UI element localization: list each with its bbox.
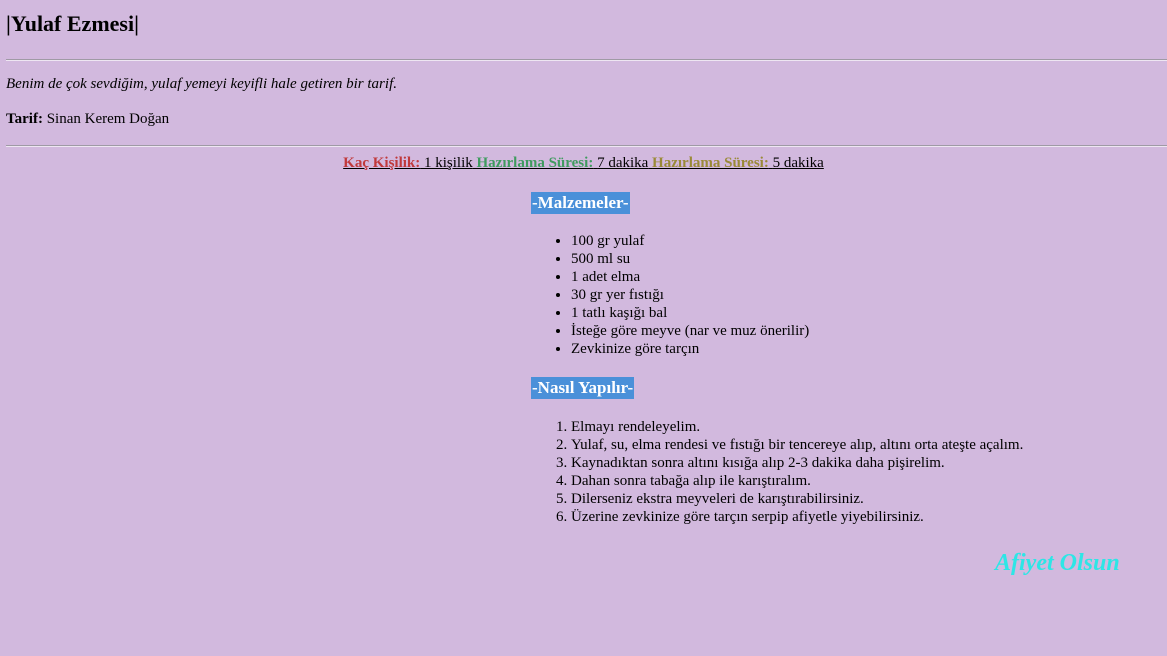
list-item: Elmayı rendeleyelim. xyxy=(571,418,1023,436)
author-name: Sinan Kerem Doğan xyxy=(46,111,170,127)
prep-time-label: Hazırlama Süresi: xyxy=(476,155,594,171)
list-item: 1 tatlı kaşığı bal xyxy=(571,304,809,322)
author-label: Tarif: xyxy=(6,111,43,127)
prep-time-value: 7 dakika xyxy=(597,155,649,171)
list-item: Yulaf, su, elma rendesi ve fıstığı bir t… xyxy=(571,436,1023,454)
list-item: İsteğe göre meyve (nar ve muz önerilir) xyxy=(571,322,809,340)
list-item: 30 gr yer fıstığı xyxy=(571,286,809,304)
steps-list: Elmayı rendeleyelim. Yulaf, su, elma ren… xyxy=(531,418,1023,526)
prep-time2-value: 5 dakika xyxy=(772,155,824,171)
closing-text: Afiyet Olsun xyxy=(995,550,1120,576)
servings-label: Kaç Kişilik: xyxy=(343,155,421,171)
list-item: 500 ml su xyxy=(571,250,809,268)
page-title: |Yulaf Ezmesi| xyxy=(6,11,139,36)
list-item: Kaynadıktan sonra altını kısığa alıp 2-3… xyxy=(571,454,1023,472)
divider-bottom xyxy=(6,145,1167,147)
steps-heading: -Nasıl Yapılır- xyxy=(531,377,635,399)
recipe-meta: Kaç Kişilik: 1 kişilik Hazırlama Süresi:… xyxy=(0,155,1167,172)
ingredients-heading: -Malzemeler- xyxy=(531,192,630,214)
list-item: Üzerine zevkinize göre tarçın serpip afi… xyxy=(571,508,1023,526)
list-item: Zevkinize göre tarçın xyxy=(571,340,809,358)
list-item: Dahan sonra tabağa alıp ile karıştıralım… xyxy=(571,472,1023,490)
list-item: 100 gr yulaf xyxy=(571,232,809,250)
divider-top xyxy=(6,59,1167,61)
prep-time2-label: Hazırlama Süresi: xyxy=(652,155,769,171)
list-item: Dilerseniz ekstra meyveleri de karıştıra… xyxy=(571,490,1023,508)
ingredients-list: 100 gr yulaf 500 ml su 1 adet elma 30 gr… xyxy=(531,232,809,358)
servings-value: 1 kişilik xyxy=(424,155,473,171)
recipe-description: Benim de çok sevdiğim, yulaf yemeyi keyi… xyxy=(6,76,397,92)
list-item: 1 adet elma xyxy=(571,268,809,286)
recipe-author: Tarif: Sinan Kerem Doğan xyxy=(6,111,169,128)
